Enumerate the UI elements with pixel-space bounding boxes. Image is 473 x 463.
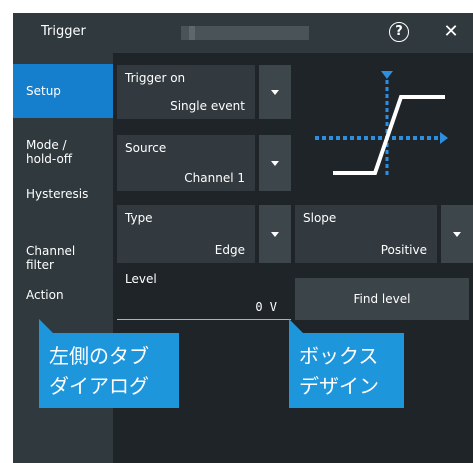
level-marker-icon <box>440 132 448 144</box>
right-callout: ボックス デザイン <box>289 333 404 408</box>
trigger-marker-icon <box>381 71 393 79</box>
slope-field[interactable]: Slope Positive <box>295 205 437 263</box>
sidebar-item-mode-holdoff[interactable]: Mode / hold-off <box>13 124 113 166</box>
sidebar-item-label: Channel filter <box>26 244 76 272</box>
slope-value: Positive <box>380 243 427 257</box>
trigger-on-dropdown-button[interactable] <box>259 65 291 119</box>
type-dropdown-button[interactable] <box>259 205 291 263</box>
level-label: Level <box>125 272 157 286</box>
dropdown-arrow-icon <box>453 232 461 237</box>
sidebar-item-label: Action <box>26 288 64 302</box>
right-callout-line1: ボックス <box>299 344 379 368</box>
trigger-on-value: Single event <box>170 99 245 113</box>
left-callout-line2: ダイアログ <box>49 374 149 398</box>
left-callout-pointer <box>39 319 53 333</box>
dropdown-arrow-icon <box>271 90 279 95</box>
slope-label: Slope <box>303 211 337 225</box>
title-bar[interactable]: Trigger ? ✕ <box>13 13 473 53</box>
sidebar-item-channel-filter[interactable]: Channel filter <box>13 230 113 272</box>
left-callout: 左側のタブ ダイアログ <box>39 333 179 408</box>
sidebar-item-label: Setup <box>26 84 61 98</box>
right-callout-line2: デザイン <box>299 374 379 398</box>
source-dropdown-button[interactable] <box>259 135 291 191</box>
type-field[interactable]: Type Edge <box>117 205 255 263</box>
type-value: Edge <box>214 243 245 257</box>
trigger-on-field[interactable]: Trigger on Single event <box>117 65 255 119</box>
dropdown-arrow-icon <box>271 161 279 166</box>
sidebar-item-setup[interactable]: Setup <box>13 64 113 118</box>
slope-dropdown-button[interactable] <box>441 205 473 263</box>
right-callout-pointer <box>289 319 303 333</box>
dropdown-arrow-icon <box>271 232 279 237</box>
level-input[interactable]: Level 0 V <box>117 266 291 320</box>
sidebar-item-label: Mode / hold-off <box>26 138 73 166</box>
source-field[interactable]: Source Channel 1 <box>117 135 255 191</box>
drag-grip <box>189 26 195 40</box>
source-value: Channel 1 <box>184 171 245 185</box>
drag-handle[interactable] <box>181 26 309 40</box>
help-icon[interactable]: ? <box>389 22 409 42</box>
trigger-on-label: Trigger on <box>125 71 186 85</box>
find-level-button[interactable]: Find level <box>295 278 469 320</box>
left-callout-line1: 左側のタブ <box>49 344 149 368</box>
trigger-dialog: Trigger ? ✕ Setup Mode / hold-off Hyster… <box>13 13 473 463</box>
type-label: Type <box>125 211 153 225</box>
rising-edge-diagram <box>315 71 448 175</box>
source-label: Source <box>125 141 167 155</box>
sidebar-item-action[interactable]: Action <box>13 288 113 308</box>
dialog-title: Trigger <box>41 24 86 39</box>
close-icon[interactable]: ✕ <box>441 21 461 43</box>
level-value: 0 V <box>255 300 277 314</box>
sidebar-item-hysteresis[interactable]: Hysteresis <box>13 187 113 207</box>
sidebar-item-label: Hysteresis <box>26 187 89 201</box>
rising-edge-signal <box>333 95 445 175</box>
